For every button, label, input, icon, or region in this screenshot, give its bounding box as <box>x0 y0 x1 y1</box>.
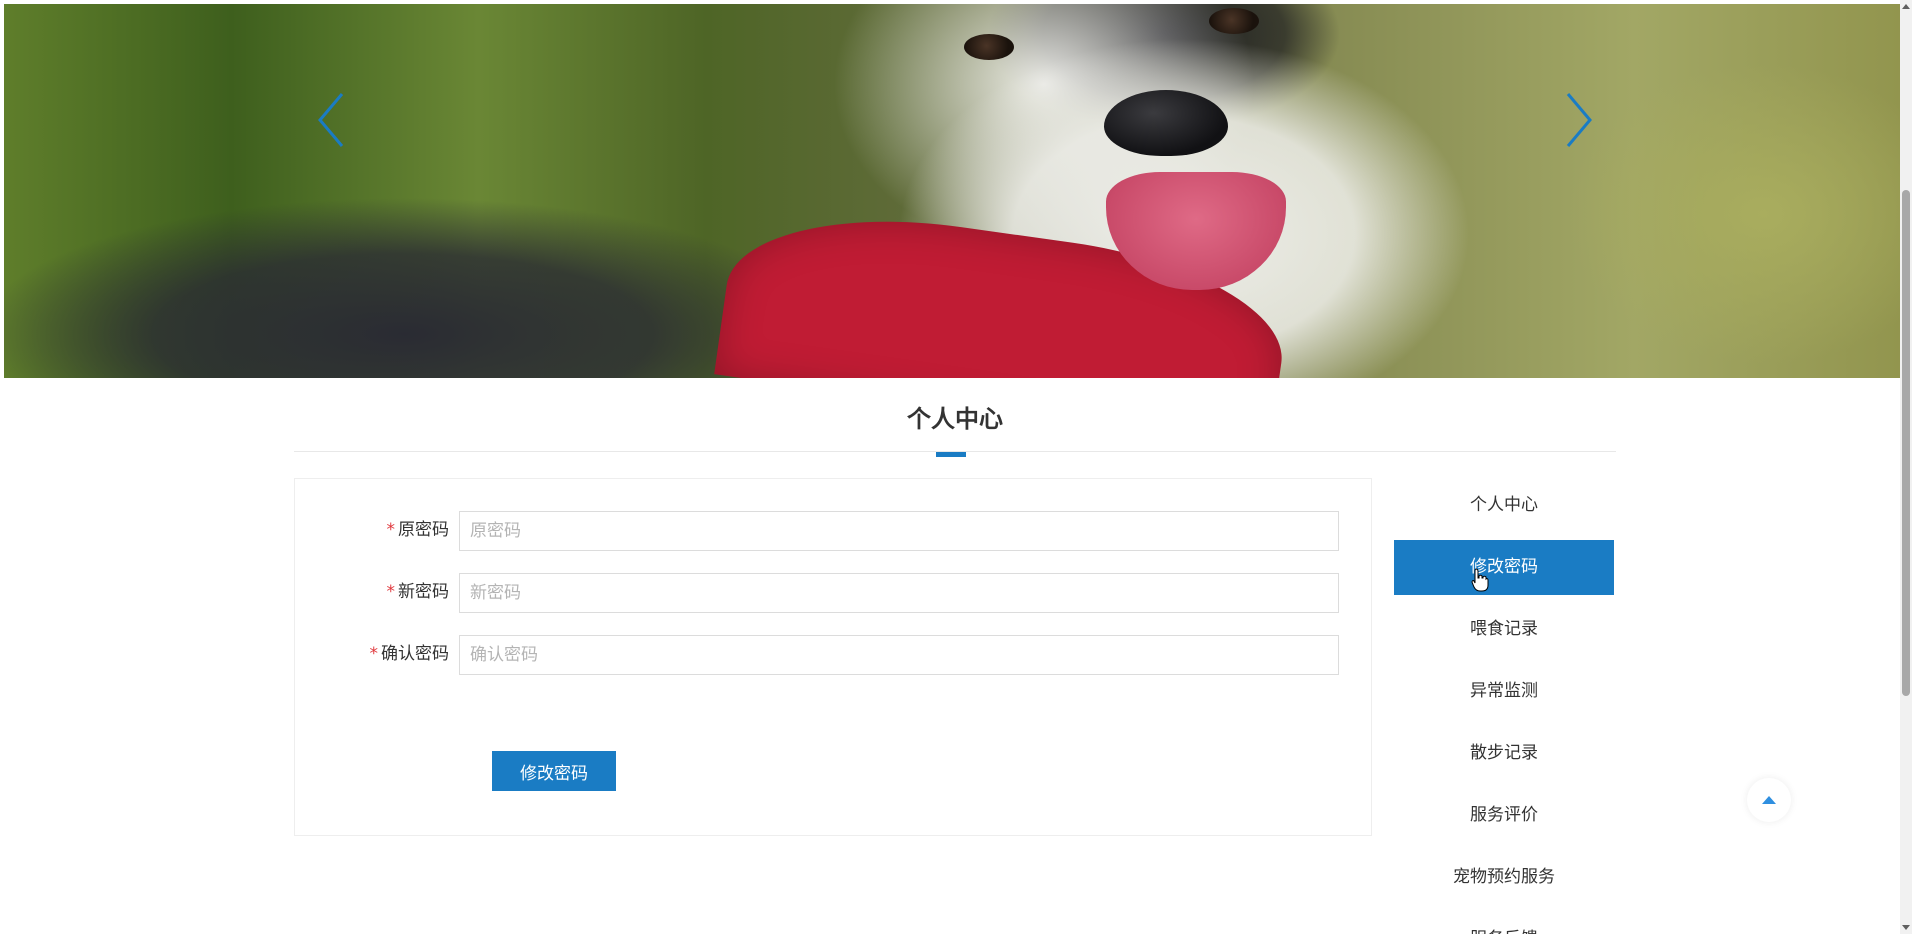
sidebar-item-change-password[interactable]: 修改密码 <box>1394 540 1614 595</box>
confirm-password-input[interactable] <box>459 635 1339 675</box>
scroll-down-icon[interactable] <box>1902 925 1910 930</box>
sidebar-item-service-feedback[interactable]: 服务反馈 <box>1394 912 1614 934</box>
old-password-label: * 原密码 <box>387 511 450 549</box>
sidebar-item-feeding-records[interactable]: 喂食记录 <box>1394 602 1614 657</box>
new-password-label: * 新密码 <box>387 573 450 611</box>
old-password-label-text: 原密码 <box>398 520 449 540</box>
carousel-prev-button[interactable] <box>316 92 346 148</box>
banner-image-eye-left <box>964 34 1014 60</box>
change-password-button[interactable]: 修改密码 <box>492 751 616 791</box>
required-mark: * <box>386 582 396 602</box>
sidebar-menu: 个人中心 修改密码 喂食记录 异常监测 散步记录 服务评价 宠物预约服务 服务反… <box>1394 478 1614 934</box>
section-header: 个人中心 <box>294 398 1616 457</box>
chevron-right-icon <box>1566 93 1592 147</box>
new-password-input[interactable] <box>459 573 1339 613</box>
sidebar-item-profile[interactable]: 个人中心 <box>1394 478 1614 533</box>
title-underline <box>936 452 966 457</box>
banner-carousel <box>4 4 1900 378</box>
carousel-next-button[interactable] <box>1564 92 1594 148</box>
scroll-up-icon[interactable] <box>1902 4 1910 9</box>
arrow-up-icon <box>1762 796 1776 804</box>
back-to-top-button[interactable] <box>1747 778 1791 822</box>
page-scrollbar[interactable] <box>1900 0 1912 934</box>
old-password-input[interactable] <box>459 511 1339 551</box>
form-row-new-password: * 新密码 <box>295 573 1373 613</box>
sidebar-item-service-reviews[interactable]: 服务评价 <box>1394 788 1614 843</box>
page-title: 个人中心 <box>907 405 1003 433</box>
confirm-password-label-text: 确认密码 <box>381 644 449 664</box>
sidebar-item-anomaly-monitoring[interactable]: 异常监测 <box>1394 664 1614 719</box>
confirm-password-label: * 确认密码 <box>370 635 450 673</box>
chevron-left-icon <box>318 93 344 147</box>
form-row-old-password: * 原密码 <box>295 511 1373 551</box>
scrollbar-thumb[interactable] <box>1902 190 1910 696</box>
banner-image-nose <box>1104 90 1228 156</box>
banner-image-eye-right <box>1209 8 1259 34</box>
new-password-label-text: 新密码 <box>398 582 449 602</box>
form-row-confirm-password: * 确认密码 <box>295 635 1373 675</box>
required-mark: * <box>369 644 379 664</box>
sidebar-item-pet-booking[interactable]: 宠物预约服务 <box>1394 850 1614 905</box>
sidebar-item-walk-records[interactable]: 散步记录 <box>1394 726 1614 781</box>
page: 个人中心 * 原密码 * 新密码 * 确认密码 修改密码 个人中心 修改密码 喂食记录… <box>0 0 1912 934</box>
change-password-form: * 原密码 * 新密码 * 确认密码 修改密码 <box>294 478 1372 836</box>
required-mark: * <box>386 520 396 540</box>
